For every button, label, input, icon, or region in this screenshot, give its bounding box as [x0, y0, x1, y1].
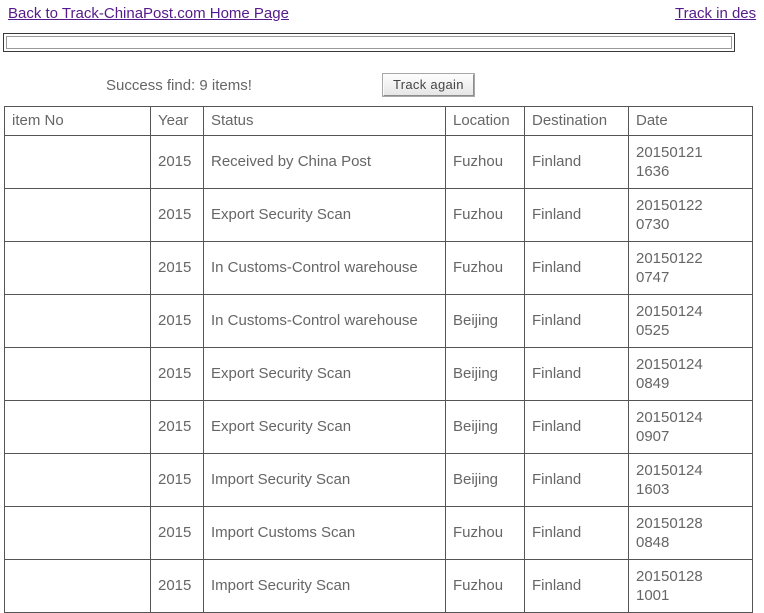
cell-location: Fuzhou: [445, 559, 525, 613]
table-row: 2015 Import Security Scan Fuzhou Finland 201…: [4, 559, 753, 613]
table-body: 2015 Received by China Post Fuzhou Finland 2…: [4, 135, 753, 613]
cell-location: Beijing: [445, 294, 525, 348]
cell-destination: Finland: [524, 135, 629, 189]
cell-date: 20150124 0849: [628, 347, 753, 401]
table-header-row: item No Year Status Location Destination…: [4, 106, 753, 136]
cell-year: 2015: [150, 400, 204, 454]
column-header-item-no: item No: [4, 106, 151, 136]
cell-date-time: 0747: [636, 269, 670, 286]
cell-date-time: 1603: [636, 481, 670, 498]
cell-item-no: [4, 241, 151, 295]
cell-item-no: [4, 400, 151, 454]
cell-status: Export Security Scan: [203, 400, 446, 454]
cell-destination: Finland: [524, 241, 629, 295]
table-row: 2015 Received by China Post Fuzhou Finland 2…: [4, 135, 753, 189]
cell-date-time: 0525: [636, 322, 670, 339]
cell-date-time: 0848: [636, 534, 670, 551]
cell-item-no: [4, 506, 151, 560]
cell-year: 2015: [150, 241, 204, 295]
status-row: Success find: 9 items! Track again: [0, 73, 764, 100]
table-row: 2015 In Customs-Control warehouse Beijing F…: [4, 294, 753, 348]
cell-location: Fuzhou: [445, 241, 525, 295]
cell-item-no: [4, 453, 151, 507]
cell-date-day: 20150124: [636, 461, 703, 479]
column-header-year: Year: [150, 106, 204, 136]
cell-year: 2015: [150, 453, 204, 507]
cell-date: 20150124 1603: [628, 453, 753, 507]
column-header-location: Location: [445, 106, 525, 136]
cell-date: 20150121 1636: [628, 135, 753, 189]
cell-item-no: [4, 188, 151, 242]
cell-date-day: 20150122: [636, 196, 703, 214]
top-link-bar: Back to Track-ChinaPost.com Home Page Tr…: [0, 0, 764, 30]
cell-status: Import Security Scan: [203, 453, 446, 507]
cell-status: In Customs-Control warehouse: [203, 241, 446, 295]
tracking-number-input[interactable]: [6, 36, 732, 49]
cell-date: 20150122 0730: [628, 188, 753, 242]
cell-item-no: [4, 135, 151, 189]
column-header-status: Status: [203, 106, 446, 136]
cell-date-time: 1636: [636, 163, 670, 180]
cell-date-day: 20150128: [636, 567, 703, 585]
cell-year: 2015: [150, 506, 204, 560]
cell-date-day: 20150124: [636, 408, 703, 426]
table-row: 2015 Import Customs Scan Fuzhou Finland 2015…: [4, 506, 753, 560]
cell-location: Beijing: [445, 347, 525, 401]
cell-location: Beijing: [445, 400, 525, 454]
cell-location: Fuzhou: [445, 135, 525, 189]
cell-date-time: 1001: [636, 587, 670, 604]
cell-date-time: 0730: [636, 216, 670, 233]
cell-destination: Finland: [524, 400, 629, 454]
cell-date-day: 20150128: [636, 514, 703, 532]
cell-year: 2015: [150, 559, 204, 613]
cell-status: Export Security Scan: [203, 188, 446, 242]
cell-location: Fuzhou: [445, 506, 525, 560]
cell-status: In Customs-Control warehouse: [203, 294, 446, 348]
track-again-button[interactable]: Track again: [382, 73, 475, 97]
cell-date-day: 20150124: [636, 355, 703, 373]
cell-status: Import Customs Scan: [203, 506, 446, 560]
cell-year: 2015: [150, 188, 204, 242]
cell-date: 20150128 1001: [628, 559, 753, 613]
table-row: 2015 Export Security Scan Beijing Finland 20…: [4, 347, 753, 401]
cell-item-no: [4, 294, 151, 348]
table-row: 2015 In Customs-Control warehouse Fuzhou Fi…: [4, 241, 753, 295]
cell-year: 2015: [150, 347, 204, 401]
table-row: 2015 Import Security Scan Beijing Finland 20…: [4, 453, 753, 507]
tracking-results-table-wrapper: item No Year Status Location Destination…: [4, 106, 753, 613]
tracking-number-input-wrapper[interactable]: [3, 33, 735, 52]
cell-location: Beijing: [445, 453, 525, 507]
cell-date-time: 0907: [636, 428, 670, 445]
track-in-destination-link[interactable]: Track in des: [675, 5, 756, 22]
cell-location: Fuzhou: [445, 188, 525, 242]
column-header-date: Date: [628, 106, 753, 136]
table-row: 2015 Export Security Scan Beijing Finland 20…: [4, 400, 753, 454]
cell-date: 20150122 0747: [628, 241, 753, 295]
cell-date: 20150124 0525: [628, 294, 753, 348]
back-to-home-link[interactable]: Back to Track-ChinaPost.com Home Page: [8, 5, 289, 22]
cell-date: 20150128 0848: [628, 506, 753, 560]
cell-item-no: [4, 559, 151, 613]
cell-date-time: 0849: [636, 375, 670, 392]
cell-status: Received by China Post: [203, 135, 446, 189]
cell-date-day: 20150121: [636, 143, 703, 161]
cell-year: 2015: [150, 135, 204, 189]
cell-status: Import Security Scan: [203, 559, 446, 613]
column-header-destination: Destination: [524, 106, 629, 136]
cell-destination: Finland: [524, 347, 629, 401]
cell-destination: Finland: [524, 559, 629, 613]
cell-year: 2015: [150, 294, 204, 348]
search-result-status: Success find: 9 items!: [106, 77, 252, 94]
cell-date: 20150124 0907: [628, 400, 753, 454]
cell-destination: Finland: [524, 294, 629, 348]
cell-date-day: 20150122: [636, 249, 703, 267]
cell-destination: Finland: [524, 453, 629, 507]
tracking-results-table: item No Year Status Location Destination…: [4, 106, 753, 613]
cell-date-day: 20150124: [636, 302, 703, 320]
cell-destination: Finland: [524, 188, 629, 242]
cell-status: Export Security Scan: [203, 347, 446, 401]
cell-destination: Finland: [524, 506, 629, 560]
cell-item-no: [4, 347, 151, 401]
table-row: 2015 Export Security Scan Fuzhou Finland 201…: [4, 188, 753, 242]
